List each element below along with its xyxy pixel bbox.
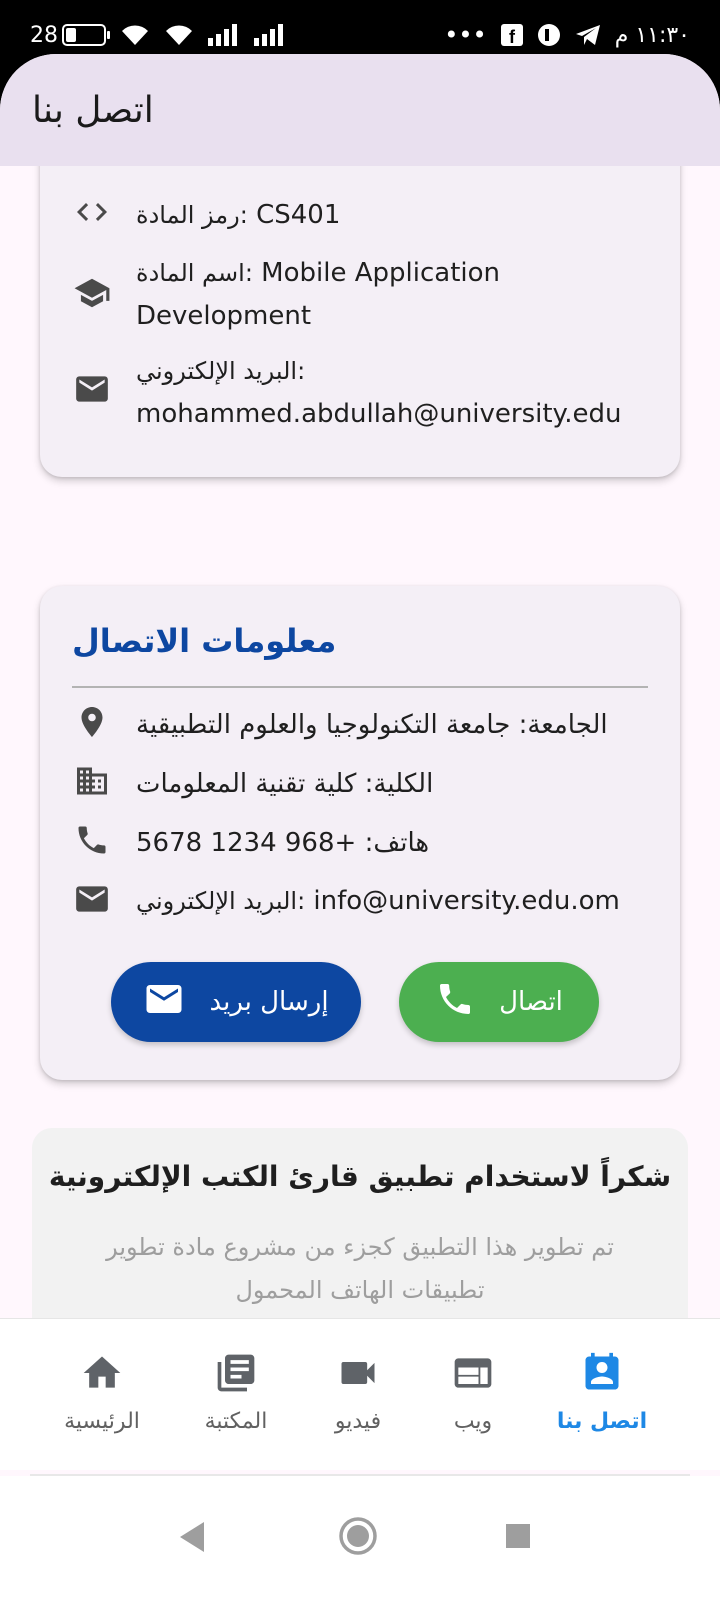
building-icon [72, 763, 112, 799]
course-code-label: رمز المادة: [136, 201, 248, 229]
content-scroll[interactable]: رمز المادة: CS401 اسم المادة: Mobile App… [0, 166, 720, 1372]
phone-icon [435, 979, 475, 1026]
course-email-value: mohammed.abdullah@university.edu [136, 399, 622, 429]
battery-icon [62, 24, 110, 46]
course-code-row: رمز المادة: CS401 [72, 194, 640, 237]
wifi-icon [120, 23, 150, 47]
app-bar: اتصل بنا [0, 54, 720, 166]
divider [72, 686, 648, 688]
university-row: الجامعة: جامعة التكنولوجيا والعلوم التطب… [72, 704, 640, 747]
university-text: الجامعة: جامعة التكنولوجيا والعلوم التطب… [136, 710, 608, 740]
nav-item-contact[interactable]: اتصل بنا [542, 1349, 662, 1434]
mail-icon [72, 370, 112, 408]
svg-text:f: f [509, 27, 516, 46]
app-notification-icon [537, 23, 561, 47]
course-email-label: البريد الإلكتروني: [136, 357, 306, 385]
bottom-navigation: الرئيسية المكتبة فيديو ويب اتصل بنا [0, 1318, 720, 1470]
send-mail-button[interactable]: إرسال بريد [111, 962, 361, 1042]
contact-email-row: البريد الإلكتروني: info@university.edu.o… [72, 880, 640, 923]
home-icon [42, 1349, 162, 1397]
course-email-row: البريد الإلكتروني: mohammed.abdullah@uni… [72, 350, 640, 436]
nav-item-web[interactable]: ويب [413, 1349, 533, 1434]
college-text: الكلية: كلية تقنية المعلومات [136, 769, 434, 799]
telegram-icon [575, 24, 601, 46]
mail-icon [72, 880, 112, 918]
nav-item-library[interactable]: المكتبة [176, 1349, 296, 1434]
facebook-icon: f [500, 24, 523, 46]
nav-label-home: الرئيسية [64, 1409, 140, 1434]
page-title: اتصل بنا [32, 89, 154, 131]
web-icon [413, 1349, 533, 1397]
code-icon [72, 194, 112, 230]
signal-icon [208, 24, 240, 46]
recents-square-icon[interactable] [504, 1522, 532, 1554]
call-button[interactable]: اتصال [399, 962, 599, 1042]
course-name-row: اسم المادة: Mobile Application Developme… [72, 252, 640, 338]
phone-text[interactable]: هاتف: +968 1234 5678 [136, 822, 640, 865]
signal-icon-2 [254, 24, 286, 46]
phone-row: هاتف: +968 1234 5678 [72, 822, 640, 865]
status-left: 28 [30, 23, 286, 48]
course-info-card: رمز المادة: CS401 اسم المادة: Mobile App… [40, 166, 680, 477]
home-circle-icon[interactable] [338, 1516, 378, 1560]
mail-icon [143, 978, 185, 1027]
system-navigation-bar [0, 1476, 720, 1600]
nav-label-video: فيديو [334, 1409, 382, 1434]
status-right: ••• f ١١:٣٠ م [444, 21, 690, 49]
nav-item-video[interactable]: فيديو [298, 1349, 418, 1434]
contact-email-label: البريد الإلكتروني: [136, 887, 306, 915]
college-row: الكلية: كلية تقنية المعلومات [72, 763, 640, 806]
nav-label-contact: اتصل بنا [556, 1409, 648, 1434]
send-mail-label: إرسال بريد [209, 987, 329, 1017]
contact-info-card: معلومات الاتصال الجامعة: جامعة التكنولوج… [40, 586, 680, 1080]
contact-icon [542, 1349, 662, 1397]
clock: ١١:٣٠ م [614, 22, 690, 48]
library-icon [176, 1349, 296, 1397]
battery-indicator: 28 [30, 22, 110, 48]
call-label: اتصال [499, 987, 563, 1017]
nav-label-web: ويب [453, 1409, 493, 1434]
wifi-icon-2 [164, 23, 194, 47]
course-name-label: اسم المادة: [136, 259, 253, 287]
course-code-value: CS401 [256, 200, 341, 230]
thanks-subtitle: تم تطوير هذا التطبيق كجزء من مشروع مادة … [106, 1233, 614, 1304]
contact-email-value[interactable]: info@university.edu.om [313, 886, 619, 916]
thanks-title: شكراً لاستخدام تطبيق قارئ الكتب الإلكترو… [48, 1160, 672, 1193]
phone-icon [72, 822, 112, 858]
video-icon [298, 1349, 418, 1397]
nav-item-home[interactable]: الرئيسية [42, 1349, 162, 1434]
graduation-cap-icon [72, 274, 112, 312]
battery-percent: 28 [30, 22, 58, 48]
more-dots: ••• [444, 21, 487, 49]
back-icon[interactable] [178, 1520, 208, 1558]
thanks-card: شكراً لاستخدام تطبيق قارئ الكتب الإلكترو… [32, 1128, 688, 1342]
contact-heading: معلومات الاتصال [72, 622, 337, 660]
location-pin-icon [72, 704, 112, 740]
nav-label-library: المكتبة [204, 1409, 268, 1434]
